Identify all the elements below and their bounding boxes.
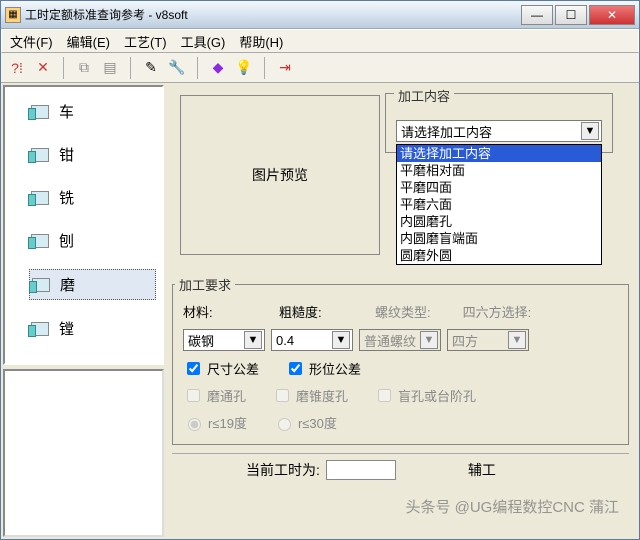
app-icon: ▦ (5, 7, 21, 23)
menu-tool[interactable]: 工具(G) (177, 30, 230, 53)
size-tol-check[interactable] (187, 362, 200, 375)
menu-tech[interactable]: 工艺(T) (120, 30, 171, 53)
content-option[interactable]: 内圆磨盲端面 (397, 230, 601, 247)
square-select: 四方▼ (447, 329, 529, 351)
copy-icon[interactable]: ⧉ (74, 58, 94, 78)
menu-bar: 文件(F) 编辑(E) 工艺(T) 工具(G) 帮助(H) (1, 29, 639, 53)
chevron-down-icon: ▼ (508, 331, 526, 349)
book-icon (31, 322, 49, 336)
content-option[interactable]: 请选择加工内容 (397, 145, 601, 162)
chevron-down-icon[interactable]: ▼ (244, 331, 262, 349)
delete-icon[interactable]: ✕ (33, 58, 53, 78)
content-dropdown[interactable]: 请选择加工内容平磨相对面平磨四面平磨六面内圆磨孔内圆磨盲端面圆磨外圆 (396, 144, 602, 265)
content-option[interactable]: 平磨相对面 (397, 162, 601, 179)
taper-check (276, 389, 289, 402)
blind-check (378, 389, 391, 402)
menu-edit[interactable]: 编辑(E) (63, 30, 114, 53)
book-icon[interactable]: ◆ (208, 58, 228, 78)
sidebar-item-0[interactable]: 车 (29, 97, 156, 126)
through-check (187, 389, 200, 402)
exit-icon[interactable]: ⇥ (275, 58, 295, 78)
bulb-icon[interactable]: 💡 (234, 58, 254, 78)
sidebar-item-2[interactable]: 铣 (29, 183, 156, 212)
content-option[interactable]: 平磨四面 (397, 179, 601, 196)
book-icon (32, 278, 50, 292)
content-group: 加工内容 请选择加工内容 ▼ 请选择加工内容平磨相对面平磨四面平磨六面内圆磨孔内… (385, 93, 613, 153)
tool2-icon[interactable]: 🔧 (167, 58, 187, 78)
watermark: 头条号 @UG编程数控CNC 蒲江 (405, 496, 619, 517)
book-icon (31, 234, 49, 248)
aux-label: 辅工 (468, 460, 496, 480)
content-option[interactable]: 平磨六面 (397, 196, 601, 213)
close-button[interactable]: ✕ (589, 5, 635, 25)
rough-select[interactable]: 0.4▼ (271, 329, 353, 351)
lower-left-panel (3, 369, 164, 537)
paste-icon[interactable]: ▤ (100, 58, 120, 78)
thread-select: 普通螺纹▼ (359, 329, 441, 351)
footer-bar: 当前工时为: 辅工 (172, 453, 629, 486)
pos-tol-check[interactable] (289, 362, 302, 375)
menu-file[interactable]: 文件(F) (6, 30, 57, 53)
square-label: 四六方选择: (463, 302, 532, 321)
chevron-down-icon[interactable]: ▼ (332, 331, 350, 349)
help-icon[interactable]: ?⁞ (7, 58, 27, 78)
window-title: 工时定额标准查询参考 - v8soft (25, 6, 521, 23)
requirement-legend: 加工要求 (175, 275, 235, 294)
book-icon (31, 148, 49, 162)
r30-radio (278, 418, 291, 431)
content-option[interactable]: 内圆磨孔 (397, 213, 601, 230)
requirement-group: 加工要求 材料: 粗糙度: 螺纹类型: 四六方选择: 碳钢▼ 0.4▼ 普通螺纹… (172, 275, 629, 445)
content-legend: 加工内容 (394, 86, 454, 105)
menu-help[interactable]: 帮助(H) (235, 30, 287, 53)
material-select[interactable]: 碳钢▼ (183, 329, 265, 351)
toolbar: ?⁞ ✕ ⧉ ▤ ✎ 🔧 ◆ 💡 ⇥ (1, 53, 639, 83)
rough-label: 粗糙度: (279, 302, 323, 321)
sidebar-item-3[interactable]: 刨 (29, 226, 156, 255)
content-select-value: 请选择加工内容 (401, 122, 492, 141)
maximize-button[interactable]: ☐ (555, 5, 587, 25)
tool1-icon[interactable]: ✎ (141, 58, 161, 78)
thread-label: 螺纹类型: (375, 302, 431, 321)
current-time-input[interactable] (326, 460, 396, 480)
book-icon (31, 105, 49, 119)
dropdown-arrow-icon[interactable]: ▼ (581, 122, 599, 140)
content-option[interactable]: 圆磨外圆 (397, 247, 601, 264)
category-panel: 车钳铣刨磨镗 (3, 85, 164, 365)
sidebar-item-1[interactable]: 钳 (29, 140, 156, 169)
sidebar-item-4[interactable]: 磨 (29, 269, 156, 300)
r19-radio (188, 418, 201, 431)
book-icon (31, 191, 49, 205)
chevron-down-icon: ▼ (420, 331, 438, 349)
current-time-label: 当前工时为: (246, 460, 320, 480)
material-label: 材料: (183, 302, 227, 321)
sidebar-item-5[interactable]: 镗 (29, 314, 156, 343)
content-select[interactable]: 请选择加工内容 ▼ (396, 120, 602, 142)
minimize-button[interactable]: — (521, 5, 553, 25)
